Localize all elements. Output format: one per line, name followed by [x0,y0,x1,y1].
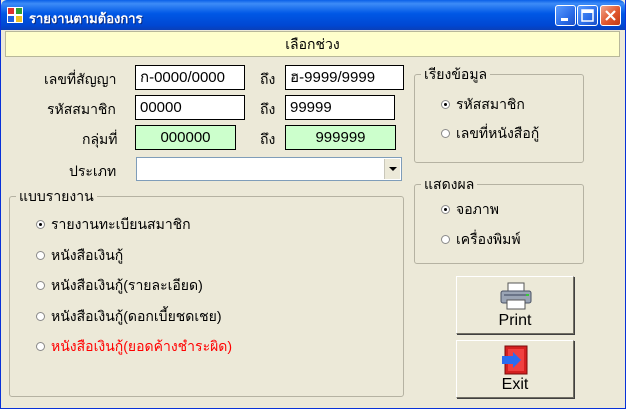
range-banner: เลือกช่วง [5,31,620,57]
report-type-group: แบบรายงาน รายงานทะเบียนสมาชิก หนังสือเงิ… [9,187,404,397]
report-window: รายงานตามต้องการ เลือกช่วง เลขที่สัญญา ก… [0,0,626,409]
type-label: ประเภท [69,163,117,179]
print-button[interactable]: Print [456,276,574,334]
contract-to-input[interactable]: ฮ-9999/9999 [285,65,404,90]
maximize-button[interactable] [577,5,598,26]
exit-button-label: Exit [501,376,529,393]
window-title: รายงานตามต้องการ [29,11,143,26]
print-button-label: Print [498,312,532,329]
report-option-loan-doc-label: หนังสือเงินกู้ [51,247,124,263]
sort-option-loan-doc-label: เลขที่หนังสือกู้ [456,125,540,141]
app-icon [7,7,23,23]
title-bar[interactable]: รายงานตามต้องการ [1,0,625,30]
report-option-loan-overdue-error[interactable]: หนังสือเงินกู้(ยอดค้างชำระผิด) [36,337,232,355]
radio-unselected-icon [36,280,45,290]
member-from-input[interactable]: 00000 [135,95,245,120]
printer-icon [500,282,532,310]
close-icon [605,10,616,21]
report-option-loan-detail[interactable]: หนังสือเงินกู้(รายละเอียด) [36,276,203,294]
report-option-loan-interest-comp[interactable]: หนังสือเงินกู้(ดอกเบี้ยชดเชย) [36,307,222,325]
member-to-input[interactable]: 99999 [285,95,395,120]
radio-unselected-icon [441,234,450,244]
display-group-title: แสดงผล [421,175,478,193]
contract-label: เลขที่สัญญา [44,71,117,87]
report-option-member-register-label: รายงานทะเบียนสมาชิก [51,216,191,232]
report-option-loan-overdue-error-label: หนังสือเงินกู้(ยอดค้างชำระผิด) [51,338,233,354]
group-label: กลุ่มที่ [82,131,118,147]
report-option-loan-interest-comp-label: หนังสือเงินกู้(ดอกเบี้ยชดเชย) [51,308,222,324]
display-option-screen-label: จอภาพ [456,201,499,217]
report-option-member-register[interactable]: รายงานทะเบียนสมาชิก [36,215,191,233]
member-label: รหัสสมาชิก [47,101,116,117]
radio-selected-icon [36,219,45,229]
display-option-printer[interactable]: เครื่องพิมพ์ [441,230,521,248]
report-option-loan-doc[interactable]: หนังสือเงินกู้ [36,246,123,264]
report-group-title: แบบรายงาน [16,187,97,205]
sort-option-member[interactable]: รหัสสมาชิก [441,95,525,113]
type-select[interactable] [136,157,402,181]
contract-from-input[interactable]: ก-0000/0000 [135,65,245,90]
report-option-loan-detail-label: หนังสือเงินกู้(รายละเอียด) [51,277,203,293]
radio-unselected-icon [36,341,45,351]
sort-option-loan-doc[interactable]: เลขที่หนังสือกู้ [441,124,539,142]
radio-unselected-icon [36,311,45,321]
maximize-icon [581,9,594,22]
sort-group: เรียงข้อมูล รหัสสมาชิก เลขที่หนังสือกู้ [414,65,584,163]
sort-group-title: เรียงข้อมูล [421,65,491,83]
minimize-icon [561,18,568,21]
member-to-label: ถึง [260,101,276,117]
exit-button[interactable]: Exit [456,340,574,398]
display-group: แสดงผล จอภาพ เครื่องพิมพ์ [414,175,584,264]
chevron-down-icon[interactable] [384,159,400,179]
display-option-printer-label: เครื่องพิมพ์ [456,231,521,247]
sort-option-member-label: รหัสสมาชิก [456,96,525,112]
close-button[interactable] [600,5,621,26]
group-to-label: ถึง [260,131,276,147]
radio-selected-icon [441,204,450,214]
contract-to-label: ถึง [260,71,276,87]
group-to-input[interactable]: 999999 [285,125,396,150]
minimize-button[interactable] [555,5,576,26]
radio-unselected-icon [36,250,45,260]
exit-door-icon [502,345,528,375]
radio-selected-icon [441,99,450,109]
radio-unselected-icon [441,128,450,138]
display-option-screen[interactable]: จอภาพ [441,200,499,218]
group-from-input[interactable]: 000000 [135,125,236,150]
